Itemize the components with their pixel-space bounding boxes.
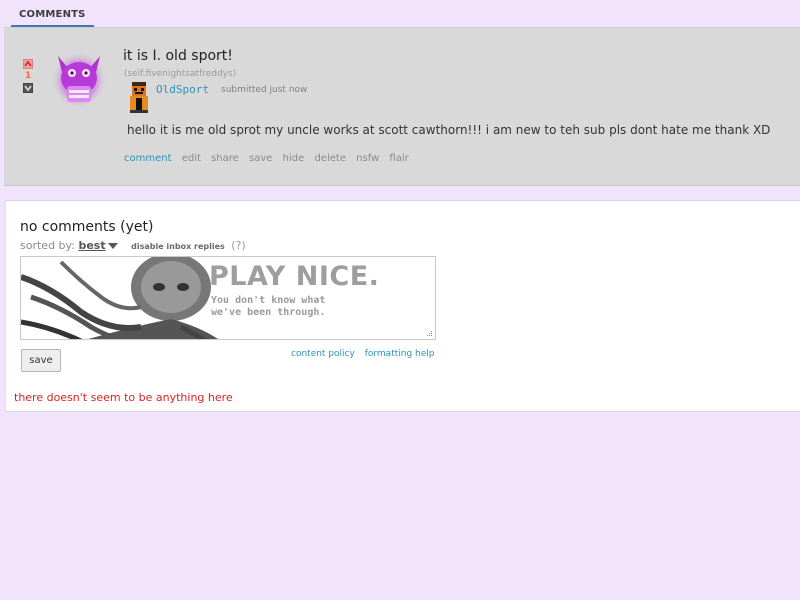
- post-domain[interactable]: (self.fivenightsatfreddys): [124, 69, 236, 79]
- resize-grip-icon[interactable]: [426, 330, 433, 337]
- comment-textarea[interactable]: PLAY NICE. You don't know what we've bee…: [20, 256, 436, 340]
- play-nice-title: PLAY NICE.: [209, 261, 380, 292]
- play-nice-line2: we've been through.: [211, 307, 326, 318]
- empty-comments-message: there doesn't seem to be anything here: [14, 391, 233, 404]
- play-nice-line1: You don't know what: [211, 295, 326, 306]
- sort-bar: sorted by: best disable inbox replies (?…: [20, 239, 246, 252]
- sort-dropdown[interactable]: best: [78, 239, 105, 252]
- post: 1 it is I. old sport! (self.fivenightsat…: [4, 27, 800, 186]
- disable-inbox-replies-link[interactable]: disable inbox replies: [131, 242, 225, 251]
- help-links: content policy formatting help: [291, 349, 442, 359]
- post-actions: comment edit share save hide delete nsfw…: [124, 153, 416, 164]
- formatting-help-link[interactable]: formatting help: [365, 349, 435, 359]
- submitted-time: submitted just now: [221, 85, 308, 95]
- downvote-arrow-icon[interactable]: [23, 83, 33, 93]
- foxy-thumbnail[interactable]: [50, 50, 108, 110]
- sorted-by-label: sorted by:: [20, 239, 75, 252]
- comments-panel: no comments (yet) sorted by: best disabl…: [5, 200, 800, 412]
- post-selftext: hello it is me old sprot my uncle works …: [127, 123, 771, 137]
- action-edit[interactable]: edit: [182, 153, 201, 164]
- vote-controls: 1: [22, 59, 36, 93]
- tab-comments[interactable]: COMMENTS: [11, 0, 94, 27]
- help-link[interactable]: (?): [231, 239, 245, 252]
- action-flair[interactable]: flair: [389, 153, 408, 164]
- tab-bar: COMMENTS: [0, 0, 800, 27]
- upvote-arrow-icon[interactable]: [23, 59, 33, 69]
- chevron-down-icon[interactable]: [107, 243, 118, 249]
- score: 1: [24, 71, 32, 81]
- action-comment[interactable]: comment: [124, 153, 172, 164]
- comments-heading: no comments (yet): [20, 219, 154, 235]
- save-button[interactable]: save: [21, 349, 61, 372]
- action-share[interactable]: share: [211, 153, 239, 164]
- content-policy-link[interactable]: content policy: [291, 349, 355, 359]
- post-title[interactable]: it is I. old sport!: [123, 48, 233, 64]
- action-nsfw[interactable]: nsfw: [356, 153, 379, 164]
- author-link[interactable]: OldSport: [156, 83, 209, 96]
- action-delete[interactable]: delete: [314, 153, 346, 164]
- action-hide[interactable]: hide: [283, 153, 305, 164]
- author-flair-avatar: [130, 82, 148, 113]
- action-save[interactable]: save: [249, 153, 272, 164]
